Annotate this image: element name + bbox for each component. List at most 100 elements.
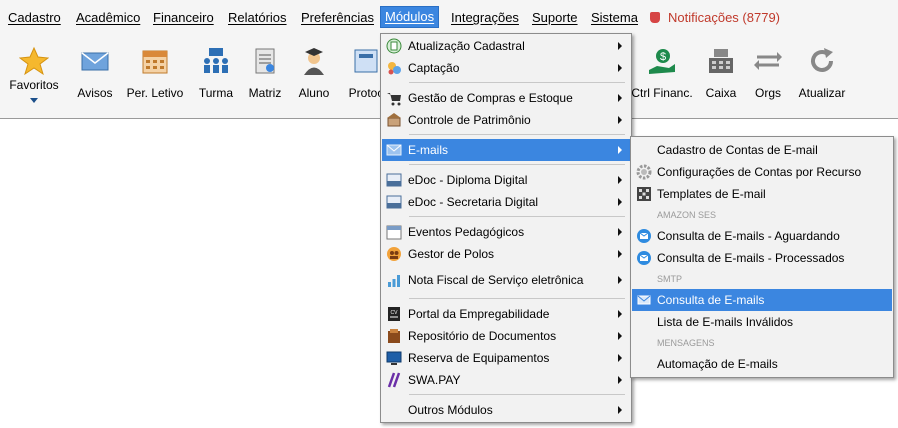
submenu-item-label: Consulta de E-mails - Aguardando (657, 229, 840, 243)
people-icon (387, 247, 401, 261)
menu-modulos[interactable]: Módulos (380, 6, 440, 28)
submenu-item-label: Templates de E-mail (657, 187, 766, 201)
submenu-arrow-icon (618, 64, 622, 72)
menu-item-label: Portal da Empregabilidade (408, 307, 550, 321)
menu-item-edoc-secretaria[interactable]: eDoc - Secretaria Digital (382, 191, 630, 213)
atualizar-label: Atualizar (798, 86, 846, 100)
submenu-item-label: Configurações de Contas por Recurso (657, 165, 862, 179)
separator (409, 164, 625, 165)
mail-circle-icon (637, 251, 651, 265)
submenu-item-automacao[interactable]: Automação de E-mails (632, 353, 892, 375)
mail-circle-icon (637, 229, 651, 243)
class-icon (204, 48, 228, 73)
menu-integracoes[interactable]: Integrações (451, 10, 519, 25)
patrimonio-icon (387, 113, 401, 127)
menu-suporte[interactable]: Suporte (532, 10, 578, 25)
submenu-item-configuracoes-contas[interactable]: Configurações de Contas por Recurso (632, 161, 892, 183)
submenu-arrow-icon (618, 176, 622, 184)
emails-submenu: Cadastro de Contas de E-mail Configuraçõ… (630, 136, 894, 378)
submenu-arrow-icon (618, 354, 622, 362)
notifications-link[interactable]: Notificações (8779) (650, 10, 780, 25)
menu-relatorios[interactable]: Relatórios (228, 10, 287, 25)
menu-item-gestor-polos[interactable]: Gestor de Polos (382, 243, 630, 265)
menu-item-edoc-diploma[interactable]: eDoc - Diploma Digital (382, 169, 630, 191)
submenu-item-label: Cadastro de Contas de E-mail (657, 143, 818, 157)
submenu-arrow-icon (618, 250, 622, 258)
submenu-item-consulta-emails[interactable]: Consulta de E-mails (632, 289, 892, 311)
invoice-chart-icon (388, 275, 400, 287)
menu-item-gestao-compras[interactable]: Gestão de Compras e Estoque (382, 87, 630, 109)
menu-item-label: Captação (408, 61, 460, 75)
menu-item-label: eDoc - Diploma Digital (408, 173, 528, 187)
submenu-item-templates[interactable]: Templates de E-mail (632, 183, 892, 205)
menu-item-reserva-equipamentos[interactable]: Reserva de Equipamentos (382, 347, 630, 369)
menu-preferencias[interactable]: Preferências (301, 10, 374, 25)
menu-academico[interactable]: Acadêmico (76, 10, 140, 25)
submenu-arrow-icon (618, 198, 622, 206)
cv-icon: CV (388, 307, 400, 321)
submenu-arrow-icon (618, 310, 622, 318)
captacao-icon (388, 62, 401, 75)
envelope-icon (81, 52, 109, 71)
menu-item-label: Eventos Pedagógicos (408, 225, 525, 239)
submenu-arrow-icon (618, 228, 622, 236)
menu-item-emails[interactable]: E-mails (382, 139, 630, 161)
calendar-icon (386, 225, 402, 240)
update-record-icon (386, 38, 402, 54)
menu-item-captacao[interactable]: Captação (382, 57, 630, 79)
menu-sistema[interactable]: Sistema (591, 10, 638, 25)
menu-bar: Cadastro Acadêmico Financeiro Relatórios… (0, 0, 898, 36)
separator (409, 394, 625, 395)
repository-icon (388, 329, 400, 343)
submenu-arrow-icon (618, 146, 622, 154)
menu-item-label: Gestor de Polos (408, 247, 495, 261)
submenu-item-cadastro-contas[interactable]: Cadastro de Contas de E-mail (632, 139, 892, 161)
submenu-arrow-icon (618, 276, 622, 284)
submenu-arrow-icon (618, 376, 622, 384)
separator (409, 298, 625, 299)
submenu-item-lista-invalidos[interactable]: Lista de E-mails Inválidos (632, 311, 892, 333)
menu-item-controle-patrimonio[interactable]: Controle de Patrimônio (382, 109, 630, 131)
menu-item-label: Nota Fiscal de Serviço eletrônica (408, 273, 584, 287)
svg-text:$: $ (660, 51, 666, 63)
bell-icon (650, 12, 660, 23)
submenu-arrow-icon (618, 332, 622, 340)
refresh-icon (811, 48, 833, 72)
menu-item-swa-pay[interactable]: SWA.PAY (382, 369, 630, 391)
swa-pay-icon (387, 372, 401, 388)
submenu-item-consulta-processados[interactable]: Consulta de E-mails - Processados (632, 247, 892, 269)
submenu-item-label: Automação de E-mails (657, 357, 778, 371)
cart-icon (387, 93, 401, 106)
calendar-icon (142, 50, 168, 74)
modulos-menu: Atualização Cadastral Captação Gestão de… (380, 33, 632, 423)
submenu-arrow-icon (618, 94, 622, 102)
section-header-smtp: SMTP (657, 274, 683, 284)
submenu-item-label: Consulta de E-mails (657, 293, 765, 307)
menu-item-label: Atualização Cadastral (408, 39, 525, 53)
submenu-item-label: Consulta de E-mails - Processados (657, 251, 845, 265)
menu-item-nota-fiscal[interactable]: Nota Fiscal de Serviço eletrônica (382, 269, 630, 291)
menu-financeiro[interactable]: Financeiro (153, 10, 214, 25)
menu-item-repositorio-documentos[interactable]: Repositório de Documentos (382, 325, 630, 347)
menu-cadastro[interactable]: Cadastro (8, 10, 61, 25)
submenu-arrow-icon (618, 406, 622, 414)
student-icon (304, 48, 324, 75)
envelope-icon (386, 144, 402, 156)
submenu-item-label: Lista de E-mails Inválidos (657, 315, 794, 329)
submenu-item-consulta-aguardando[interactable]: Consulta de E-mails - Aguardando (632, 225, 892, 247)
menu-item-eventos-pedagogicos[interactable]: Eventos Pedagógicos (382, 221, 630, 243)
menu-item-label: Repositório de Documentos (408, 329, 557, 343)
menu-item-label: Controle de Patrimônio (408, 113, 531, 127)
menu-item-label: Gestão de Compras e Estoque (408, 91, 573, 105)
menu-item-outros-modulos[interactable]: Outros Módulos (382, 399, 630, 421)
protocol-icon (354, 49, 378, 73)
menu-item-atualizacao-cadastral[interactable]: Atualização Cadastral (382, 35, 630, 57)
cash-register-icon (709, 49, 733, 73)
edoc-icon (386, 195, 402, 209)
star-icon (19, 46, 49, 76)
menu-item-portal-empregabilidade[interactable]: CV Portal da Empregabilidade (382, 303, 630, 325)
template-grid-icon (637, 187, 651, 201)
edoc-icon (386, 173, 402, 187)
separator (409, 82, 625, 83)
gear-icon (636, 164, 652, 180)
